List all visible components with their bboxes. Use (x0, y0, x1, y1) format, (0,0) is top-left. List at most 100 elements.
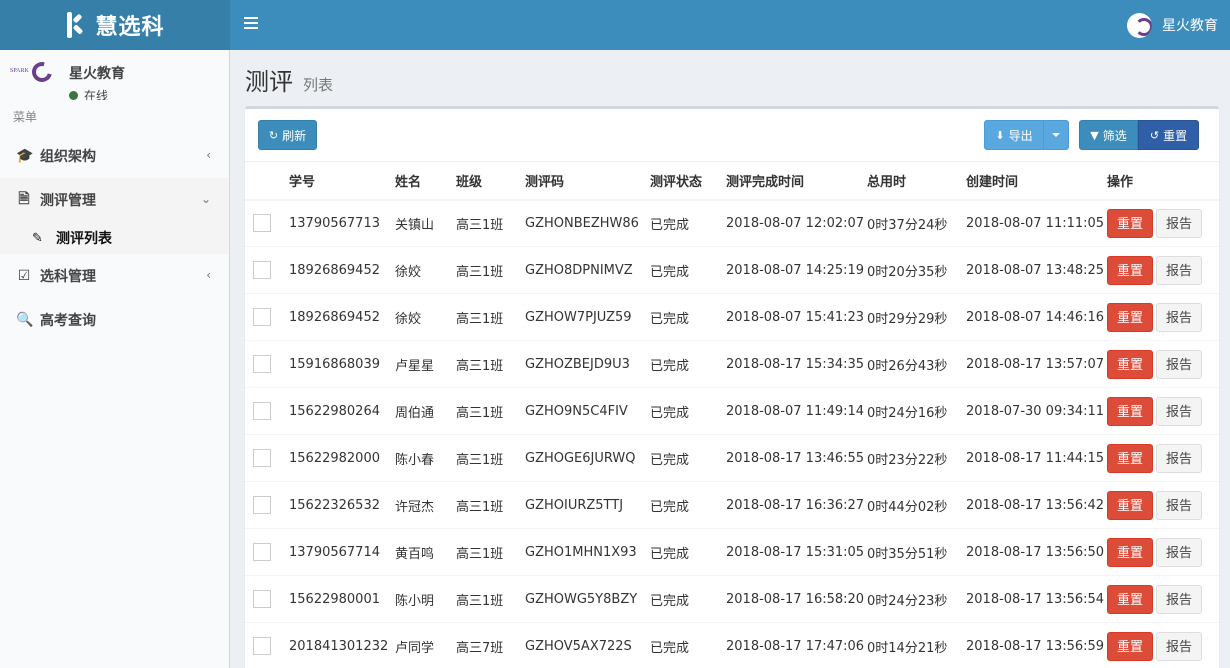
cell-actions: 重置 报告 (1107, 246, 1219, 294)
pencil-icon: ✎ (32, 230, 43, 246)
cell-total-time: 0时37分24秒 (867, 199, 966, 247)
cell-actions: 重置 报告 (1107, 434, 1219, 482)
row-report-button[interactable]: 报告 (1156, 208, 1202, 238)
row-checkbox[interactable] (253, 590, 271, 608)
check-square-icon: ☑ (17, 268, 31, 284)
reset-label: 重置 (1163, 128, 1188, 143)
export-dropdown-button[interactable] (1043, 120, 1069, 150)
cell-status: 已完成 (650, 575, 726, 623)
row-report-button[interactable]: 报告 (1156, 443, 1202, 473)
sidebar-item-gaokao[interactable]: 🔍 高考查询 (0, 298, 229, 342)
row-checkbox-cell (245, 293, 289, 341)
menu-header: 菜单 (13, 110, 38, 124)
row-reset-button[interactable]: 重置 (1107, 208, 1153, 238)
row-report-button[interactable]: 报告 (1156, 631, 1202, 661)
table-header-row: 学号 姓名 班级 测评码 测评状态 测评完成时间 总用时 创建时间 操作 (245, 161, 1219, 201)
row-checkbox[interactable] (253, 637, 271, 655)
cell-created-time: 2018-08-17 13:57:07 (966, 340, 1107, 388)
row-reset-button[interactable]: 重置 (1107, 443, 1153, 473)
cell-class: 高三1班 (456, 387, 525, 435)
cell-eval-code: GZHO8DPNIMVZ (525, 246, 650, 294)
row-report-button[interactable]: 报告 (1156, 255, 1202, 285)
undo-icon: ↺ (1149, 128, 1160, 142)
cell-name: 卢星星 (395, 340, 456, 388)
row-checkbox[interactable] (253, 496, 271, 514)
user-menu[interactable]: 星火教育 (1127, 0, 1218, 50)
row-checkbox[interactable] (253, 261, 271, 279)
cell-completed-time: 2018-08-17 13:46:55 (726, 434, 867, 482)
sidebar-item-evaluation[interactable]: 🗎 测评管理 ⌄ (0, 178, 229, 222)
cell-status: 已完成 (650, 481, 726, 529)
table-row: 13790567713 关镇山 高三1班 GZHONBEZHW86 已完成 2018-08… (245, 199, 1219, 247)
row-report-button[interactable]: 报告 (1156, 490, 1202, 520)
cell-total-time: 0时44分02秒 (867, 481, 966, 529)
column-header[interactable]: 测评完成时间 (726, 161, 867, 201)
row-reset-button[interactable]: 重置 (1107, 255, 1153, 285)
cell-eval-code: GZHOZBEJD9U3 (525, 340, 650, 388)
cell-status: 已完成 (650, 434, 726, 482)
column-header: 操作 (1107, 161, 1219, 201)
evaluation-table: 学号 姓名 班级 测评码 测评状态 测评完成时间 总用时 创建时间 操作 137… (245, 161, 1219, 668)
table-row: 15916868039 卢星星 高三1班 GZHOZBEJD9U3 已完成 2018-08… (245, 340, 1219, 388)
cell-total-time: 0时26分43秒 (867, 340, 966, 388)
reset-filter-button[interactable]: ↺ 重置 (1138, 120, 1199, 150)
sidebar-user-name: 星火教育 (69, 66, 125, 82)
cell-completed-time: 2018-08-07 12:02:07 (726, 199, 867, 247)
column-header[interactable]: 测评码 (525, 161, 650, 201)
row-report-button[interactable]: 报告 (1156, 584, 1202, 614)
row-report-button[interactable]: 报告 (1156, 537, 1202, 567)
export-button[interactable]: ⬇ 导出 (984, 120, 1044, 150)
sidebar-item-org[interactable]: 🎓 组织架构 ‹ (0, 134, 229, 178)
sidebar-item-subject[interactable]: ☑ 选科管理 ‹ (0, 254, 229, 298)
online-dot-icon (69, 91, 78, 100)
filter-label: 筛选 (1102, 128, 1127, 143)
row-reset-button[interactable]: 重置 (1107, 302, 1153, 332)
cell-student-id: 15916868039 (289, 340, 395, 388)
cell-actions: 重置 报告 (1107, 622, 1219, 668)
column-header[interactable]: 测评状态 (650, 161, 726, 201)
row-checkbox[interactable] (253, 214, 271, 233)
row-checkbox-cell (245, 246, 289, 294)
row-report-button[interactable]: 报告 (1156, 396, 1202, 426)
column-header[interactable]: 班级 (456, 161, 525, 201)
column-header[interactable]: 总用时 (867, 161, 966, 201)
row-report-button[interactable]: 报告 (1156, 349, 1202, 379)
cell-total-time: 0时29分29秒 (867, 293, 966, 341)
user-panel: SPARK 星火教育 在线 (0, 50, 229, 100)
row-checkbox[interactable] (253, 543, 271, 561)
refresh-button[interactable]: ↻ 刷新 (258, 120, 317, 150)
row-reset-button[interactable]: 重置 (1107, 490, 1153, 520)
row-checkbox[interactable] (253, 355, 271, 373)
cell-eval-code: GZHOGE6JURWQ (525, 434, 650, 482)
column-header[interactable]: 学号 (289, 161, 395, 201)
row-reset-button[interactable]: 重置 (1107, 349, 1153, 379)
cell-name: 黄百鸣 (395, 528, 456, 576)
sidebar-toggle-icon[interactable] (244, 17, 258, 31)
table-body: 13790567713 关镇山 高三1班 GZHONBEZHW86 已完成 2018-08… (245, 199, 1219, 668)
row-checkbox[interactable] (253, 402, 271, 420)
column-header[interactable]: 姓名 (395, 161, 456, 201)
header-user-name: 星火教育 (1162, 18, 1218, 34)
row-reset-button[interactable]: 重置 (1107, 396, 1153, 426)
row-report-button[interactable]: 报告 (1156, 302, 1202, 332)
app-logo[interactable]: 慧选科 (0, 0, 230, 50)
cell-total-time: 0时24分23秒 (867, 575, 966, 623)
filter-button[interactable]: ▼ 筛选 (1079, 120, 1138, 150)
cell-total-time: 0时20分35秒 (867, 246, 966, 294)
cell-created-time: 2018-08-17 13:56:59 (966, 622, 1107, 668)
cell-completed-time: 2018-08-17 15:34:35 (726, 340, 867, 388)
toolbar: ↻ 刷新 ⬇ 导出 ▼ 筛选 ↺ 重置 (245, 109, 1219, 161)
cell-student-id: 18926869452 (289, 293, 395, 341)
row-reset-button[interactable]: 重置 (1107, 537, 1153, 567)
row-reset-button[interactable]: 重置 (1107, 584, 1153, 614)
row-checkbox[interactable] (253, 449, 271, 467)
column-header[interactable]: 创建时间 (966, 161, 1107, 201)
user-status-text: 在线 (84, 89, 109, 100)
cell-status: 已完成 (650, 246, 726, 294)
row-checkbox[interactable] (253, 308, 271, 326)
row-reset-button[interactable]: 重置 (1107, 631, 1153, 661)
cell-actions: 重置 报告 (1107, 199, 1219, 247)
row-checkbox-cell (245, 622, 289, 668)
sidebar-item-evaluation-list[interactable]: ✎ 测评列表 (0, 222, 229, 254)
cell-name: 关镇山 (395, 199, 456, 247)
